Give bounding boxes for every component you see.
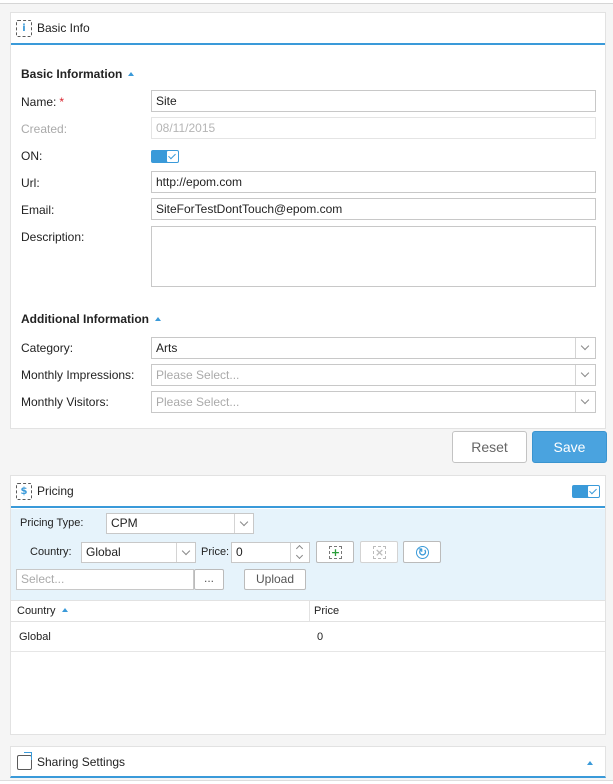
price-stepper[interactable]: 0 — [231, 542, 310, 563]
chevron-down-icon — [580, 395, 590, 405]
category-select[interactable]: Arts — [151, 337, 596, 359]
name-label: Name: * — [21, 95, 65, 109]
pricing-header[interactable]: $ Pricing — [11, 476, 605, 508]
dropdown-button[interactable] — [575, 365, 595, 385]
description-label: Description: — [21, 230, 85, 244]
basic-information-heading: Basic Information — [21, 67, 123, 81]
chevron-down-icon — [181, 546, 191, 556]
collapse-caret-icon — [587, 761, 593, 765]
dropdown-button[interactable] — [176, 543, 195, 562]
table-row[interactable]: Global 0 — [11, 622, 605, 652]
name-input[interactable]: Site — [151, 90, 596, 112]
pricing-title: Pricing — [37, 484, 74, 498]
on-toggle[interactable] — [151, 150, 179, 163]
close-icon: × — [373, 546, 386, 559]
price-label: Price: — [201, 546, 230, 558]
top-divider — [0, 0, 613, 4]
email-input[interactable]: SiteForTestDontTouch@epom.com — [151, 198, 596, 220]
sort-ascending-icon — [61, 608, 68, 613]
created-field: 08/11/2015 — [151, 117, 596, 139]
on-label: ON: — [21, 149, 43, 163]
country-select[interactable]: Global — [81, 542, 196, 563]
file-select-input[interactable]: Select... — [16, 569, 194, 590]
pricing-enabled-toggle[interactable] — [572, 485, 600, 498]
description-textarea[interactable] — [151, 226, 596, 287]
monthly-visitors-placeholder: Please Select... — [156, 395, 240, 409]
dropdown-button[interactable] — [575, 338, 595, 358]
url-input[interactable]: http://epom.com — [151, 171, 596, 193]
sharing-settings-title: Sharing Settings — [37, 755, 126, 769]
pricing-panel: $ Pricing Pricing Type: CPM Country: Glo… — [10, 475, 606, 735]
monthly-impressions-select[interactable]: Please Select... — [151, 364, 596, 386]
category-label: Category: — [21, 341, 74, 355]
remove-price-button[interactable]: × — [360, 541, 398, 563]
browse-button[interactable]: ... — [194, 569, 224, 590]
chevron-down-icon — [580, 341, 590, 351]
monthly-impressions-label: Monthly Impressions: — [21, 368, 135, 382]
pricing-type-value: CPM — [111, 516, 138, 530]
share-icon — [17, 755, 32, 770]
save-button[interactable]: Save — [532, 431, 607, 463]
url-label: Url: — [21, 176, 40, 190]
monthly-impressions-placeholder: Please Select... — [156, 368, 240, 382]
check-icon — [167, 151, 178, 162]
collapse-caret-icon — [155, 316, 161, 321]
pricing-type-label: Pricing Type: — [20, 517, 84, 529]
info-icon: i — [16, 20, 32, 37]
collapse-caret-icon — [128, 71, 135, 76]
dollar-icon: $ — [16, 483, 32, 500]
additional-information-heading: Additional Information — [21, 312, 149, 326]
dropdown-button[interactable] — [575, 392, 595, 412]
column-divider — [309, 601, 310, 622]
required-marker: * — [59, 95, 65, 109]
country-value: Global — [86, 545, 121, 559]
chevron-down-icon — [580, 368, 590, 378]
chevron-down-icon — [295, 551, 304, 560]
country-label: Country: — [30, 546, 72, 558]
category-value: Arts — [156, 341, 178, 355]
pricing-type-select[interactable]: CPM — [106, 513, 254, 534]
stepper-buttons[interactable] — [290, 543, 309, 562]
basic-information-section[interactable]: Basic Information — [21, 67, 135, 81]
upload-button[interactable]: Upload — [244, 569, 306, 590]
pricing-filter-bar: Pricing Type: CPM Country: Global Price:… — [11, 509, 605, 600]
add-price-button[interactable]: + — [316, 541, 354, 563]
monthly-visitors-label: Monthly Visitors: — [21, 395, 109, 409]
reset-button[interactable]: Reset — [452, 431, 527, 463]
email-label: Email: — [21, 203, 55, 217]
sharing-settings-panel[interactable]: Sharing Settings — [10, 746, 606, 778]
basic-info-title: Basic Info — [37, 21, 90, 35]
check-icon — [588, 486, 599, 497]
plus-icon: + — [329, 546, 342, 559]
country-column-header[interactable]: Country — [17, 601, 68, 622]
refresh-price-button[interactable]: ↻ — [403, 541, 441, 563]
basic-info-header[interactable]: i Basic Info — [11, 13, 605, 45]
price-cell: 0 — [317, 631, 324, 643]
refresh-icon: ↻ — [416, 546, 429, 559]
price-value: 0 — [236, 545, 243, 559]
bottom-strip — [0, 780, 613, 784]
pricing-grid-header: Country Price — [11, 600, 605, 622]
additional-information-section[interactable]: Additional Information — [21, 312, 161, 326]
price-column-header[interactable]: Price — [314, 601, 339, 622]
dropdown-button[interactable] — [234, 514, 253, 533]
chevron-down-icon — [239, 517, 249, 527]
monthly-visitors-select[interactable]: Please Select... — [151, 391, 596, 413]
country-cell: Global — [19, 631, 51, 643]
created-label: Created: — [21, 122, 68, 136]
basic-info-panel: i Basic Info Basic Information Name: * Si… — [10, 12, 606, 429]
